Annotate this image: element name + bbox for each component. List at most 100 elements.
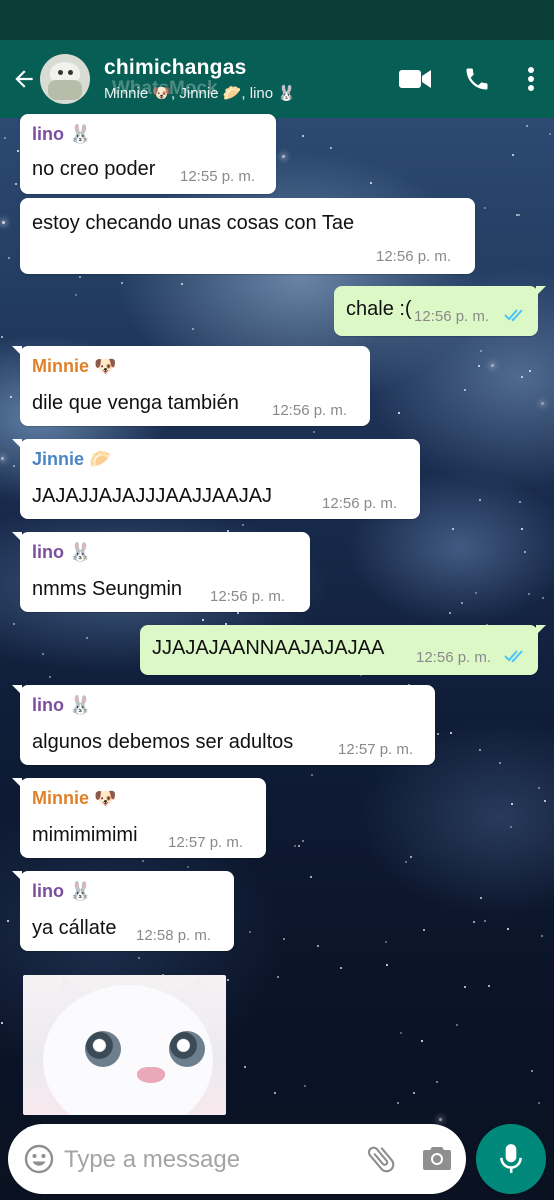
sender-name: Minnie 🐶 [32, 356, 117, 376]
sender-name: lino 🐰 [32, 542, 92, 562]
message-incoming[interactable]: Jinnie 🥟 JAJAJJAJAJJJAAJJAAJAJ 12:56 p. … [12, 439, 420, 519]
star [181, 283, 183, 285]
message-outgoing[interactable]: chale :( 12:56 p. m. [334, 286, 546, 336]
message-time: 12:55 p. m. [180, 168, 256, 185]
star [510, 826, 512, 828]
star [437, 733, 439, 735]
group-avatar[interactable] [40, 54, 90, 104]
star [511, 803, 513, 805]
mic-button[interactable] [476, 1124, 546, 1194]
star [413, 1092, 415, 1094]
sender-name: Jinnie 🥟 [32, 449, 112, 469]
kitten-eye [85, 1031, 121, 1067]
star [512, 154, 514, 156]
star [237, 612, 239, 614]
star [317, 945, 319, 947]
star [1, 336, 3, 338]
star [244, 1066, 246, 1068]
message-input-bar[interactable]: Type a message [8, 1124, 466, 1194]
back-button[interactable] [4, 40, 44, 118]
star [249, 931, 251, 933]
message-text: no creo poder [32, 158, 156, 180]
star [499, 762, 501, 764]
star [227, 979, 229, 981]
star [302, 135, 304, 137]
star [542, 597, 544, 599]
message-text: dile que venga también [32, 392, 239, 414]
star [385, 941, 387, 943]
chat-header: chimichangas Minnie 🐶, Jinnie 🥟, lino 🐰 … [0, 40, 554, 118]
message-incoming[interactable]: estoy checando unas cosas con Tae 12:56 … [20, 198, 475, 274]
message-text: mimimimimi [32, 824, 138, 846]
star [519, 501, 521, 503]
star [541, 402, 544, 405]
star [86, 637, 88, 639]
star [450, 732, 452, 734]
star [4, 137, 6, 139]
star [397, 1102, 399, 1104]
star [405, 861, 407, 863]
message-incoming[interactable]: Minnie 🐶 mimimimimi 12:57 p. m. [12, 778, 266, 858]
message-time: 12:56 p. m. [376, 248, 452, 265]
star [7, 920, 9, 922]
message-outgoing[interactable]: JJAJAJAANNAAJAJAJAA 12:56 p. m. [140, 625, 546, 675]
star [544, 800, 546, 802]
star [538, 1102, 540, 1104]
image-message-kitten[interactable] [23, 975, 226, 1115]
star [464, 986, 466, 988]
star [15, 183, 17, 185]
star [456, 1024, 458, 1026]
message-time: 12:56 p. m. [416, 649, 492, 666]
star [410, 856, 412, 858]
message-input[interactable]: Type a message [64, 1146, 240, 1174]
star [480, 350, 482, 352]
star [313, 431, 315, 433]
paperclip-icon[interactable] [364, 1142, 398, 1176]
more-options-button[interactable] [508, 40, 554, 118]
star [531, 1070, 533, 1072]
video-call-button[interactable] [384, 40, 446, 118]
star [49, 676, 51, 678]
star [423, 929, 425, 931]
star [1, 457, 4, 460]
star [479, 749, 481, 751]
star [398, 412, 400, 414]
star [75, 294, 77, 296]
sender-name: Minnie 🐶 [32, 788, 117, 808]
star [2, 221, 5, 224]
star [302, 840, 304, 842]
star [461, 602, 463, 604]
star [436, 1081, 438, 1083]
emoji-icon[interactable] [24, 1144, 54, 1174]
message-time: 12:57 p. m. [168, 834, 244, 851]
message-text: ya cállate [32, 917, 117, 939]
message-incoming[interactable]: lino 🐰 nmms Seungmin 12:56 p. m. [12, 532, 310, 612]
star [439, 1118, 442, 1121]
message-time: 12:56 p. m. [210, 588, 286, 605]
message-incoming[interactable]: lino 🐰 no creo poder 12:55 p. m. [20, 114, 276, 194]
star [294, 845, 296, 847]
star [8, 257, 10, 259]
camera-icon[interactable] [422, 1144, 452, 1172]
star [521, 528, 523, 530]
message-text: algunos debemos ser adultos [32, 731, 294, 753]
message-incoming[interactable]: Minnie 🐶 dile que venga también 12:56 p.… [12, 346, 370, 426]
voice-call-button[interactable] [446, 40, 508, 118]
mic-icon [500, 1144, 522, 1173]
message-text: nmms Seungmin [32, 578, 183, 600]
star [1, 1022, 3, 1024]
watermark: WhatsMock [112, 78, 218, 99]
arrow-left-icon [15, 70, 33, 88]
star [386, 964, 388, 966]
star [473, 921, 475, 923]
message-incoming[interactable]: lino 🐰 algunos debemos ser adultos 12:57… [12, 685, 435, 765]
star [549, 133, 551, 135]
message-incoming[interactable]: lino 🐰 ya cállate 12:58 p. m. [12, 871, 234, 951]
star [13, 465, 15, 467]
star [484, 920, 486, 922]
star [488, 985, 490, 987]
message-time: 12:58 p. m. [136, 927, 212, 944]
star [541, 935, 543, 937]
message-text: chale :( [346, 298, 412, 320]
star [475, 592, 477, 594]
